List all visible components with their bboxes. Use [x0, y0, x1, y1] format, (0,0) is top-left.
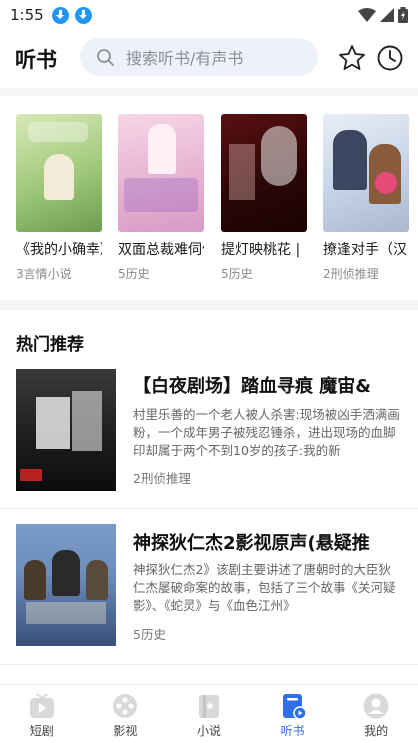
- book-category: 5历史: [118, 267, 150, 281]
- section-divider: [0, 88, 418, 96]
- book-title: 《我的小确幸》: [16, 242, 102, 258]
- recommendation-title: 【白夜剧场】踏血寻痕 魔宙&: [133, 376, 371, 397]
- carousel-book-card[interactable]: 撩逢对手（汉 2刑侦推理: [323, 114, 409, 282]
- download-icon: [74, 6, 92, 24]
- signal-icon: [380, 8, 394, 22]
- book-carousel[interactable]: 《我的小确幸》 3言情小说 双面总裁难伺候 5历史 提灯映桃花 | 5历史 撩逢…: [0, 96, 418, 300]
- nav-label: 影视: [113, 724, 138, 738]
- recommendation-cover: [16, 524, 116, 646]
- recommendation-description: 神探狄仁杰2》该剧主要讲述了唐朝时的大臣狄仁杰屡破命案的故事，包括了三个故事《关…: [133, 562, 396, 613]
- search-input[interactable]: 搜索听书/有声书: [80, 38, 318, 76]
- recommendation-item[interactable]: 【白夜剧场】踏血寻痕 魔宙& 村里乐善的一个老人被人杀害:现场被凶手洒满画粉，一…: [0, 369, 418, 505]
- nav-label: 短剧: [29, 724, 54, 738]
- recommendation-cover: [16, 369, 116, 491]
- book-title: 提灯映桃花 |: [221, 242, 301, 258]
- book-category: 2刑侦推理: [323, 267, 379, 281]
- book-cover: [323, 114, 409, 232]
- nav-label: 小说: [196, 724, 221, 738]
- profile-icon: [363, 693, 389, 719]
- star-icon[interactable]: [338, 44, 366, 72]
- status-time: 1:55: [10, 6, 44, 24]
- battery-icon: [398, 7, 408, 23]
- nav-label: 听书: [280, 724, 305, 738]
- book-cover: [118, 114, 204, 232]
- nav-label: 我的: [364, 724, 389, 738]
- book-cover: [221, 114, 307, 232]
- book-category: 3言情小说: [16, 267, 72, 281]
- carousel-book-card[interactable]: 《我的小确幸》 3言情小说: [16, 114, 102, 282]
- recommendation-tag: 2刑侦推理: [133, 471, 191, 486]
- recommendation-description: 村里乐善的一个老人被人杀害:现场被凶手洒满画粉，一个成年男子被残忍锤杀，进出现场…: [133, 407, 400, 458]
- recommendation-item[interactable]: 神探狄仁杰2影视原声(悬疑推 神探狄仁杰2》该剧主要讲述了唐朝时的大臣狄仁杰屡破…: [0, 524, 418, 660]
- audiobook-icon: [282, 694, 307, 720]
- book-category: 5历史: [221, 267, 253, 281]
- item-divider: [0, 664, 418, 665]
- wifi-icon: [358, 8, 376, 22]
- status-indicators: [358, 7, 408, 23]
- bottom-nav: 短剧 影视 小说 听书 我的: [0, 684, 418, 743]
- nav-item-novel[interactable]: 小说: [167, 685, 251, 743]
- book-title: 双面总裁难伺候: [118, 242, 204, 258]
- section-divider: [0, 300, 418, 310]
- download-icon: [51, 6, 69, 24]
- nav-item-audiobook[interactable]: 听书: [251, 685, 335, 743]
- search-icon: [97, 49, 114, 66]
- header: 听书 搜索听书/有声书: [0, 36, 418, 80]
- film-reel-icon: [113, 694, 138, 718]
- item-divider: [0, 508, 418, 509]
- recommendation-title: 神探狄仁杰2影视原声(悬疑推: [133, 533, 370, 554]
- carousel-book-card[interactable]: 双面总裁难伺候 5历史: [118, 114, 204, 282]
- nav-item-film[interactable]: 影视: [84, 685, 168, 743]
- section-title-hot: 热门推荐: [16, 335, 84, 355]
- book-title: 撩逢对手（汉: [323, 242, 407, 258]
- carousel-book-card[interactable]: 提灯映桃花 | 5历史: [221, 114, 307, 282]
- book-icon: [198, 695, 219, 718]
- nav-item-short-drama[interactable]: 短剧: [0, 685, 84, 743]
- page-title: 听书: [15, 48, 57, 72]
- status-bar: 1:55: [0, 0, 418, 30]
- recommendation-tag: 5历史: [133, 627, 166, 642]
- book-cover: [16, 114, 102, 232]
- nav-item-profile[interactable]: 我的: [334, 685, 418, 743]
- search-placeholder: 搜索听书/有声书: [126, 49, 244, 68]
- history-clock-icon[interactable]: [376, 44, 404, 72]
- short-drama-icon: [29, 693, 54, 718]
